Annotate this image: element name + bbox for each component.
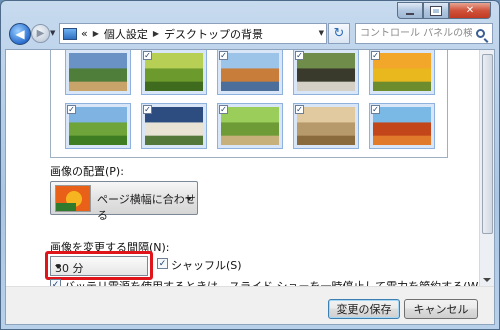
wallpaper-thumbnail[interactable]: ✓: [293, 50, 359, 95]
wallpaper-checkbox[interactable]: ✓: [219, 51, 228, 60]
navigation-bar: ◀ ▶ ▼ « ▶ 個人設定 ▶ デスクトップの背景 ▼ ↻: [5, 21, 497, 47]
picture-position-label: 画像の配置(P):: [50, 165, 124, 178]
wallpaper-checkbox[interactable]: ✓: [295, 51, 304, 60]
scroll-down-arrow-icon[interactable]: [483, 278, 491, 282]
caption-buttons: ✕: [397, 2, 491, 19]
content-pane: ✓ ✓ ✓ ✓ ✓ ✓ ✓ ✓ ✓ 画像の配置(P): ページ横幅に合わせる 画…: [5, 49, 495, 325]
chevron-down-icon: [186, 197, 192, 201]
scrollbar-thumb[interactable]: [482, 54, 493, 234]
refresh-button[interactable]: ↻: [328, 23, 350, 44]
wallpaper-image: [145, 107, 203, 145]
wallpaper-thumbnail[interactable]: ✓: [141, 50, 207, 95]
wallpaper-image: [373, 53, 431, 91]
wallpaper-thumbnail[interactable]: ✓: [217, 50, 283, 95]
close-icon: ✕: [465, 5, 475, 16]
wallpaper-thumbnail[interactable]: [65, 50, 131, 95]
forward-arrow-icon: ▶: [36, 28, 45, 39]
breadcrumb-prefix[interactable]: «: [81, 27, 88, 40]
vertical-scrollbar[interactable]: [479, 50, 494, 286]
search-input[interactable]: [360, 28, 472, 39]
wallpaper-checkbox[interactable]: ✓: [295, 105, 304, 114]
wallpaper-checkbox[interactable]: ✓: [371, 51, 380, 60]
wallpaper-checkbox[interactable]: ✓: [371, 105, 380, 114]
breadcrumb-personalization[interactable]: 個人設定: [104, 26, 148, 42]
wallpaper-checkbox[interactable]: ✓: [143, 51, 152, 60]
wallpaper-image: [373, 107, 431, 145]
recent-pages-dropdown-icon[interactable]: ▼: [50, 29, 55, 37]
refresh-icon: ↻: [333, 26, 345, 41]
window-frame: ✕ ◀ ▶ ▼ « ▶ 個人設定 ▶ デスクトップの背景 ▼ ↻ ✓ ✓ ✓ ✓…: [0, 0, 500, 330]
maximize-icon: [430, 5, 442, 16]
breadcrumb-separator-icon[interactable]: ▶: [93, 29, 99, 38]
wallpaper-image: [69, 107, 127, 145]
control-panel-icon: [63, 27, 77, 40]
wallpaper-thumbnail[interactable]: ✓: [293, 103, 359, 149]
wallpaper-image: [297, 53, 355, 91]
wallpaper-image: [221, 107, 279, 145]
wallpaper-image: [297, 107, 355, 145]
wallpaper-thumbnail[interactable]: ✓: [369, 50, 435, 95]
breadcrumb-desktop-background[interactable]: デスクトップの背景: [164, 26, 263, 42]
back-arrow-icon: ◀: [15, 27, 25, 41]
wallpaper-thumbnail[interactable]: ✓: [65, 103, 131, 149]
highlight-box: [45, 251, 153, 280]
position-preview-icon: [55, 185, 91, 212]
shuffle-checkbox[interactable]: ✓: [157, 258, 168, 269]
wallpaper-thumbnail[interactable]: ✓: [141, 103, 207, 149]
leaf-shape: [56, 203, 76, 211]
picture-position-value: ページ横幅に合わせる: [97, 193, 196, 222]
address-dropdown-icon[interactable]: ▼: [319, 29, 324, 37]
search-icon[interactable]: [476, 29, 485, 38]
cancel-button[interactable]: キャンセル: [404, 299, 478, 319]
forward-button[interactable]: ▶: [31, 24, 50, 43]
wallpaper-gallery: ✓ ✓ ✓ ✓ ✓ ✓ ✓ ✓ ✓: [50, 50, 448, 158]
picture-position-dropdown[interactable]: ページ横幅に合わせる: [50, 181, 198, 222]
address-bar[interactable]: « ▶ 個人設定 ▶ デスクトップの背景 ▼: [59, 23, 327, 44]
wallpaper-checkbox[interactable]: ✓: [219, 105, 228, 114]
minimize-icon: [406, 12, 414, 15]
save-changes-button[interactable]: 変更の保存: [328, 299, 400, 319]
wallpaper-image: [145, 53, 203, 91]
close-button[interactable]: ✕: [449, 2, 491, 19]
shuffle-label[interactable]: シャッフル(S): [171, 257, 242, 273]
wallpaper-checkbox[interactable]: ✓: [143, 105, 152, 114]
wallpaper-thumbnail[interactable]: ✓: [369, 103, 435, 149]
maximize-button[interactable]: [423, 2, 449, 19]
breadcrumb-separator-icon[interactable]: ▶: [153, 29, 159, 38]
wallpaper-thumbnail[interactable]: ✓: [217, 103, 283, 149]
wallpaper-image: [221, 53, 279, 91]
search-box[interactable]: [355, 23, 493, 44]
minimize-button[interactable]: [397, 2, 423, 19]
button-footer: 変更の保存 キャンセル: [6, 286, 494, 324]
back-button[interactable]: ◀: [9, 23, 31, 45]
wallpaper-image: [69, 53, 127, 91]
wallpaper-checkbox[interactable]: ✓: [67, 105, 76, 114]
